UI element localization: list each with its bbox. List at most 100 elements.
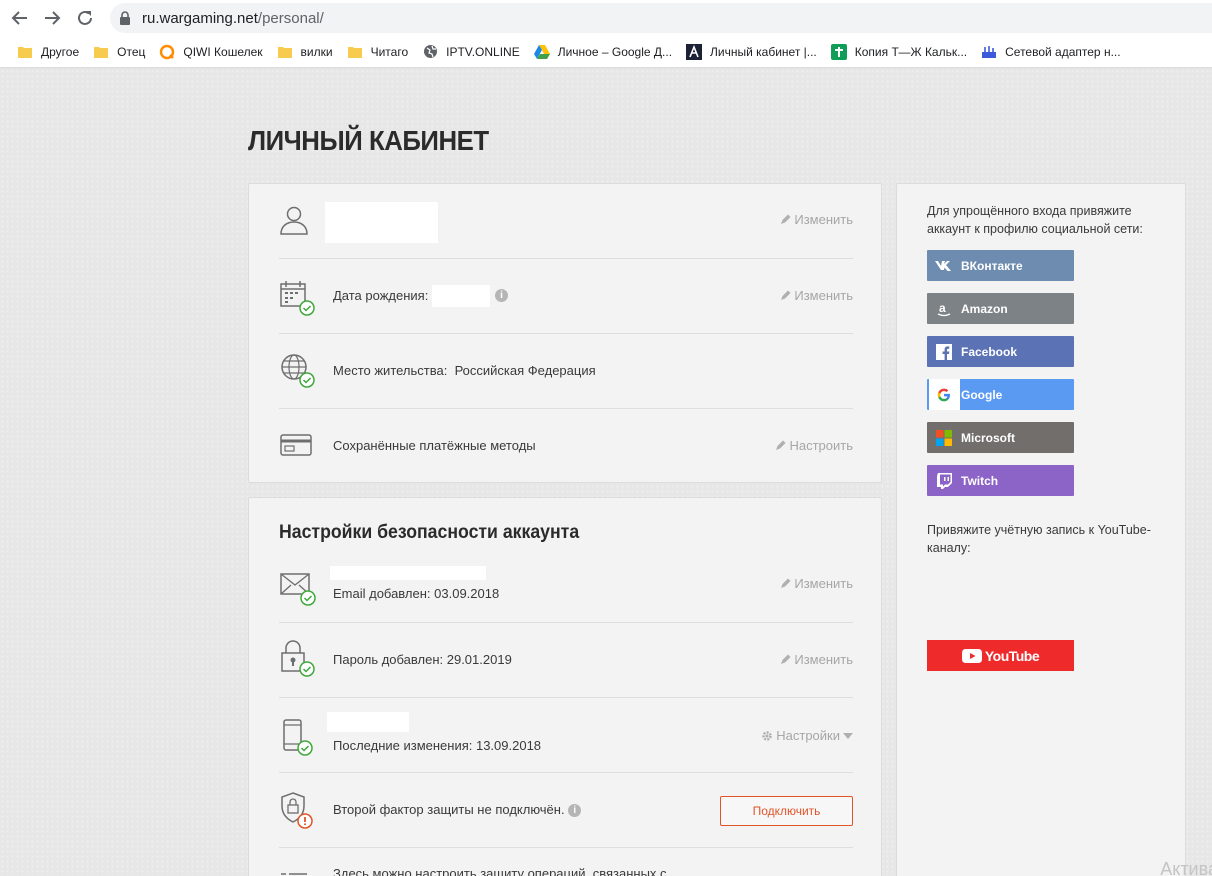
gear-icon	[762, 730, 772, 741]
amazon-button[interactable]: a Amazon	[927, 293, 1074, 324]
google-drive-icon	[533, 44, 550, 60]
windows-activation-watermark: Актива	[1160, 859, 1212, 876]
vk-icon	[927, 250, 961, 281]
bookmark-google-drive[interactable]: Личное – Google Д...	[527, 38, 679, 66]
credit-card-icon	[280, 434, 312, 456]
folder-icon	[17, 44, 33, 60]
pencil-icon	[781, 290, 791, 300]
bookmarks-bar: Другое Отец QIWI Кошелек вилки Читаго IP…	[0, 36, 1212, 68]
configure-payment-link[interactable]: Настроить	[775, 438, 853, 453]
bookmark-drugoe[interactable]: Другое	[10, 38, 86, 66]
social-login-card: Для упрощённого входа привяжите аккаунт …	[896, 183, 1186, 876]
bookmark-vilki[interactable]: вилки	[270, 38, 340, 66]
phone-row: Последние изменения: 13.09.2018 Настройк…	[279, 698, 853, 773]
bookmark-lichny-kabinet[interactable]: Личный кабинет |...	[679, 38, 824, 66]
youtube-button[interactable]: YouTube	[927, 640, 1074, 671]
forward-button[interactable]	[40, 6, 64, 30]
edit-email-link[interactable]: Изменить	[780, 576, 853, 591]
shield-lock-icon	[281, 792, 313, 829]
payment-methods-label: Сохранённые платёжные методы	[333, 438, 536, 453]
birthdate-row: Дата рождения: i Изменить	[279, 259, 853, 334]
network-adapter-icon	[981, 44, 997, 60]
password-added-text: Пароль добавлен: 29.01.2019	[333, 652, 512, 667]
youtube-intro-text: Привяжите учётную запись к YouTube-канал…	[927, 523, 1151, 555]
google-icon	[927, 379, 961, 410]
page-content: ЛИЧНЫЙ КАБИНЕТ Изменить Дата рождения: i…	[0, 69, 1212, 876]
address-bar[interactable]: ru.wargaming.net/personal/	[110, 3, 1212, 33]
security-card: Настройки безопасности аккаунта Email до…	[248, 497, 882, 876]
back-button[interactable]	[8, 6, 32, 30]
redacted-birthdate	[432, 285, 490, 307]
caret-down-icon	[843, 732, 853, 739]
user-icon	[280, 206, 308, 235]
phone-settings-dropdown[interactable]: Настройки	[761, 728, 853, 743]
operations-protection-text: Здесь можно настроить защиту операций, с…	[333, 866, 667, 876]
sheets-icon	[830, 43, 847, 60]
facebook-button[interactable]: Facebook	[927, 336, 1074, 367]
bookmark-qiwi[interactable]: QIWI Кошелек	[152, 38, 269, 66]
email-added-text: Email добавлен: 03.09.2018	[333, 586, 500, 601]
youtube-icon	[961, 648, 982, 663]
pencil-icon	[781, 214, 791, 224]
arrow-right-icon	[45, 11, 61, 25]
redacted-email	[330, 566, 486, 580]
residence-row: Место жительства: Российская Федерация	[279, 334, 853, 409]
microsoft-icon	[927, 422, 961, 453]
info-icon[interactable]: i	[568, 804, 582, 818]
bookmark-otec[interactable]: Отец	[86, 38, 152, 66]
globe-icon	[422, 44, 438, 60]
page-title: ЛИЧНЫЙ КАБИНЕТ	[248, 125, 489, 156]
vk-button[interactable]: ВКонтакте	[927, 250, 1074, 281]
svg-text:a: a	[939, 301, 946, 315]
profile-card: Изменить Дата рождения: i Изменить Место…	[248, 183, 882, 483]
folder-icon	[347, 44, 363, 60]
url-text: ru.wargaming.net/personal/	[142, 10, 324, 27]
bookmark-kopiya[interactable]: Копия Т—Ж Кальк...	[824, 38, 974, 66]
calendar-icon	[280, 281, 315, 316]
folder-icon	[93, 44, 109, 60]
google-button[interactable]: Google	[927, 379, 1074, 410]
microsoft-button[interactable]: Microsoft	[927, 422, 1074, 453]
redacted-phone	[327, 712, 409, 732]
residence-text: Место жительства: Российская Федерация	[333, 363, 596, 378]
name-row: Изменить	[279, 184, 853, 259]
a-logo-icon	[686, 43, 703, 60]
padlock-icon	[281, 640, 315, 677]
arrow-left-icon	[11, 11, 27, 25]
birthdate-label: Дата рождения:	[333, 288, 429, 303]
phone-changed-text: Последние изменения: 13.09.2018	[333, 738, 542, 753]
email-row: Email добавлен: 03.09.2018 Изменить	[279, 548, 853, 623]
pencil-icon	[781, 578, 791, 588]
amazon-icon: a	[927, 293, 961, 324]
edit-birthdate-link[interactable]: Изменить	[780, 288, 853, 303]
list-settings-icon	[281, 873, 307, 875]
redacted-username	[325, 202, 438, 243]
folder-icon	[277, 44, 293, 60]
pencil-icon	[781, 654, 791, 664]
browser-toolbar: ru.wargaming.net/personal/	[0, 0, 1212, 36]
envelope-icon	[280, 573, 316, 606]
twitch-icon	[927, 465, 961, 496]
bookmark-iptv[interactable]: IPTV.ONLINE	[415, 38, 527, 66]
qiwi-icon	[159, 44, 175, 60]
security-title: Настройки безопасности аккаунта	[279, 522, 580, 543]
twitch-button[interactable]: Twitch	[927, 465, 1074, 496]
edit-name-link[interactable]: Изменить	[780, 212, 853, 227]
bookmark-network-adapter[interactable]: Сетевой адаптер н...	[974, 38, 1127, 66]
phone-icon	[283, 719, 313, 756]
lock-icon	[120, 11, 130, 25]
info-icon[interactable]: i	[495, 289, 508, 302]
bookmark-chitago[interactable]: Читаго	[340, 38, 416, 66]
password-row: Пароль добавлен: 29.01.2019 Изменить	[279, 623, 853, 698]
connect-2fa-button[interactable]: Подключить	[720, 796, 853, 826]
pencil-icon	[776, 440, 786, 450]
social-intro-text: Для упрощённого входа привяжите аккаунт …	[927, 204, 1143, 236]
edit-password-link[interactable]: Изменить	[780, 652, 853, 667]
reload-icon	[78, 10, 92, 25]
two-factor-text: Второй фактор защиты не подключён. i	[333, 802, 582, 818]
facebook-icon	[927, 336, 961, 367]
reload-button[interactable]	[73, 6, 97, 30]
globe-icon	[281, 354, 315, 388]
payment-row: Сохранённые платёжные методы Настроить	[279, 409, 853, 484]
two-factor-row: Второй фактор защиты не подключён. i Под…	[279, 773, 853, 848]
